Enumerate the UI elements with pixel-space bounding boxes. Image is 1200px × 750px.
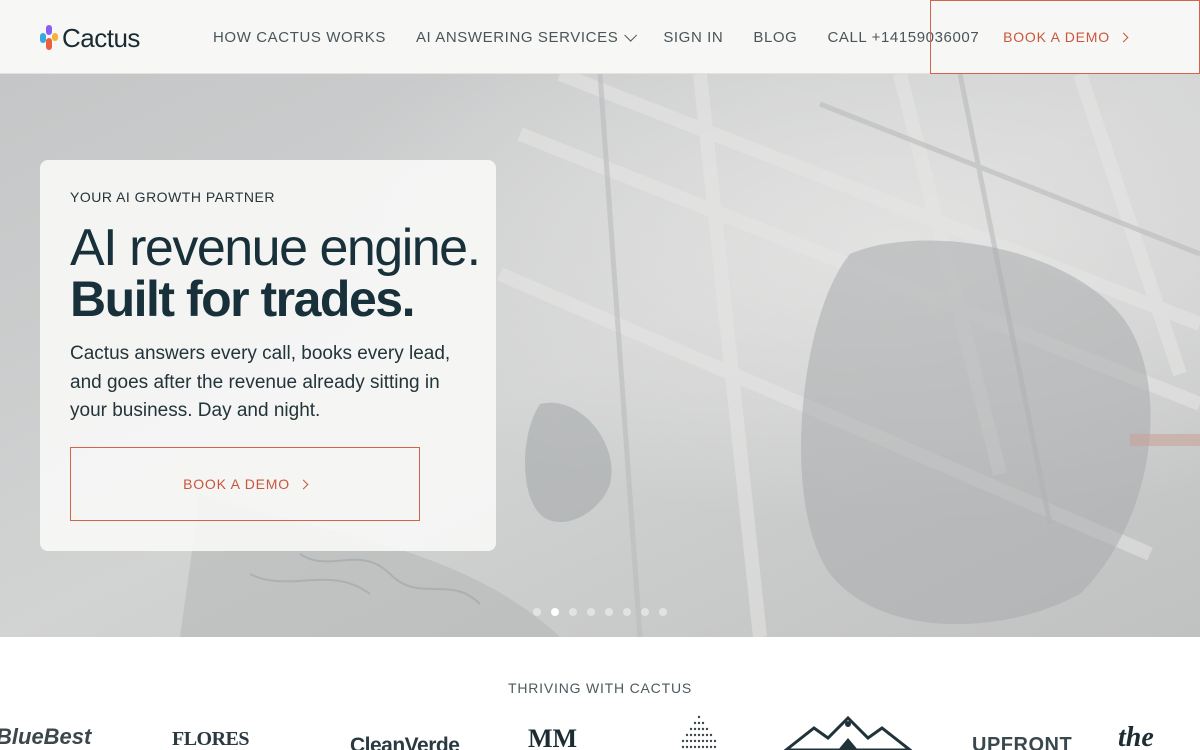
slide-dot-6[interactable] bbox=[623, 608, 631, 616]
slide-dot-7[interactable] bbox=[641, 608, 649, 616]
customer-logo-dotted-icon bbox=[681, 715, 717, 749]
nav-sign-in[interactable]: SIGN IN bbox=[663, 29, 723, 46]
nav-label: HOW CACTUS WORKS bbox=[213, 28, 386, 46]
customer-logo-cleanverde: CleanVerde bbox=[350, 734, 460, 750]
chevron-right-icon bbox=[1118, 32, 1129, 42]
nav-how-cactus-works[interactable]: HOW CACTUS WORKS bbox=[213, 29, 386, 46]
customer-logo-strip: BlueBest FLORES CleanVerde MM UPFRONT th… bbox=[0, 710, 1200, 750]
slide-dot-3[interactable] bbox=[569, 608, 577, 616]
header-cta-label: BOOK A DEMO bbox=[1003, 29, 1110, 45]
hero-description: Cactus answers every call, books every l… bbox=[70, 343, 451, 421]
nav-label: AI ANSWERING SERVICES bbox=[415, 28, 619, 46]
cactus-logo[interactable]: Cactus bbox=[40, 22, 140, 53]
slide-dot-5[interactable] bbox=[605, 608, 613, 616]
slide-pagination bbox=[533, 608, 677, 616]
customer-logo-flores: FLORES bbox=[172, 728, 250, 750]
nav-label: BLOG bbox=[753, 28, 798, 46]
hero-cta-label: BOOK A DEMO bbox=[183, 476, 290, 492]
slide-dot-4[interactable] bbox=[587, 608, 595, 616]
nav-ai-answering-services[interactable]: AI ANSWERING SERVICES bbox=[415, 28, 638, 46]
nav-blog[interactable]: BLOG bbox=[753, 29, 797, 46]
header-book-demo-button[interactable]: BOOK A DEMO bbox=[930, 0, 1200, 74]
cactus-logo-mark-icon bbox=[40, 25, 58, 51]
customer-logo-upfront: UPFRONT bbox=[972, 734, 1073, 750]
hero-headline-line1: AI revenue engine. bbox=[70, 219, 481, 277]
customer-logo-bluebest: BlueBest bbox=[0, 724, 92, 749]
customer-logo-mountain-icon bbox=[784, 716, 912, 750]
chevron-down-icon bbox=[624, 28, 638, 42]
customer-logo-the: the bbox=[1118, 722, 1154, 750]
main-nav: HOW CACTUS WORKS AI ANSWERING SERVICES S… bbox=[213, 0, 1009, 74]
hero-card: YOUR AI GROWTH PARTNER AI revenue engine… bbox=[40, 160, 496, 551]
slide-dot-2[interactable] bbox=[551, 608, 559, 616]
customer-logo-mm: MM bbox=[528, 724, 578, 750]
chevron-right-icon bbox=[298, 479, 309, 489]
customers-heading: THRIVING WITH CACTUS bbox=[508, 680, 692, 696]
nav-label: SIGN IN bbox=[663, 28, 724, 46]
site-header: Cactus HOW CACTUS WORKS AI ANSWERING SER… bbox=[0, 0, 1200, 74]
hero-eyebrow: YOUR AI GROWTH PARTNER bbox=[70, 189, 275, 205]
slide-dot-1[interactable] bbox=[533, 608, 541, 616]
logo-wordmark: Cactus bbox=[62, 22, 140, 53]
slide-dot-8[interactable] bbox=[659, 608, 667, 616]
hero-section: YOUR AI GROWTH PARTNER AI revenue engine… bbox=[0, 74, 1200, 637]
hero-headline-line2: Built for trades. bbox=[70, 271, 415, 327]
hero-book-demo-button[interactable]: BOOK A DEMO bbox=[70, 447, 420, 521]
